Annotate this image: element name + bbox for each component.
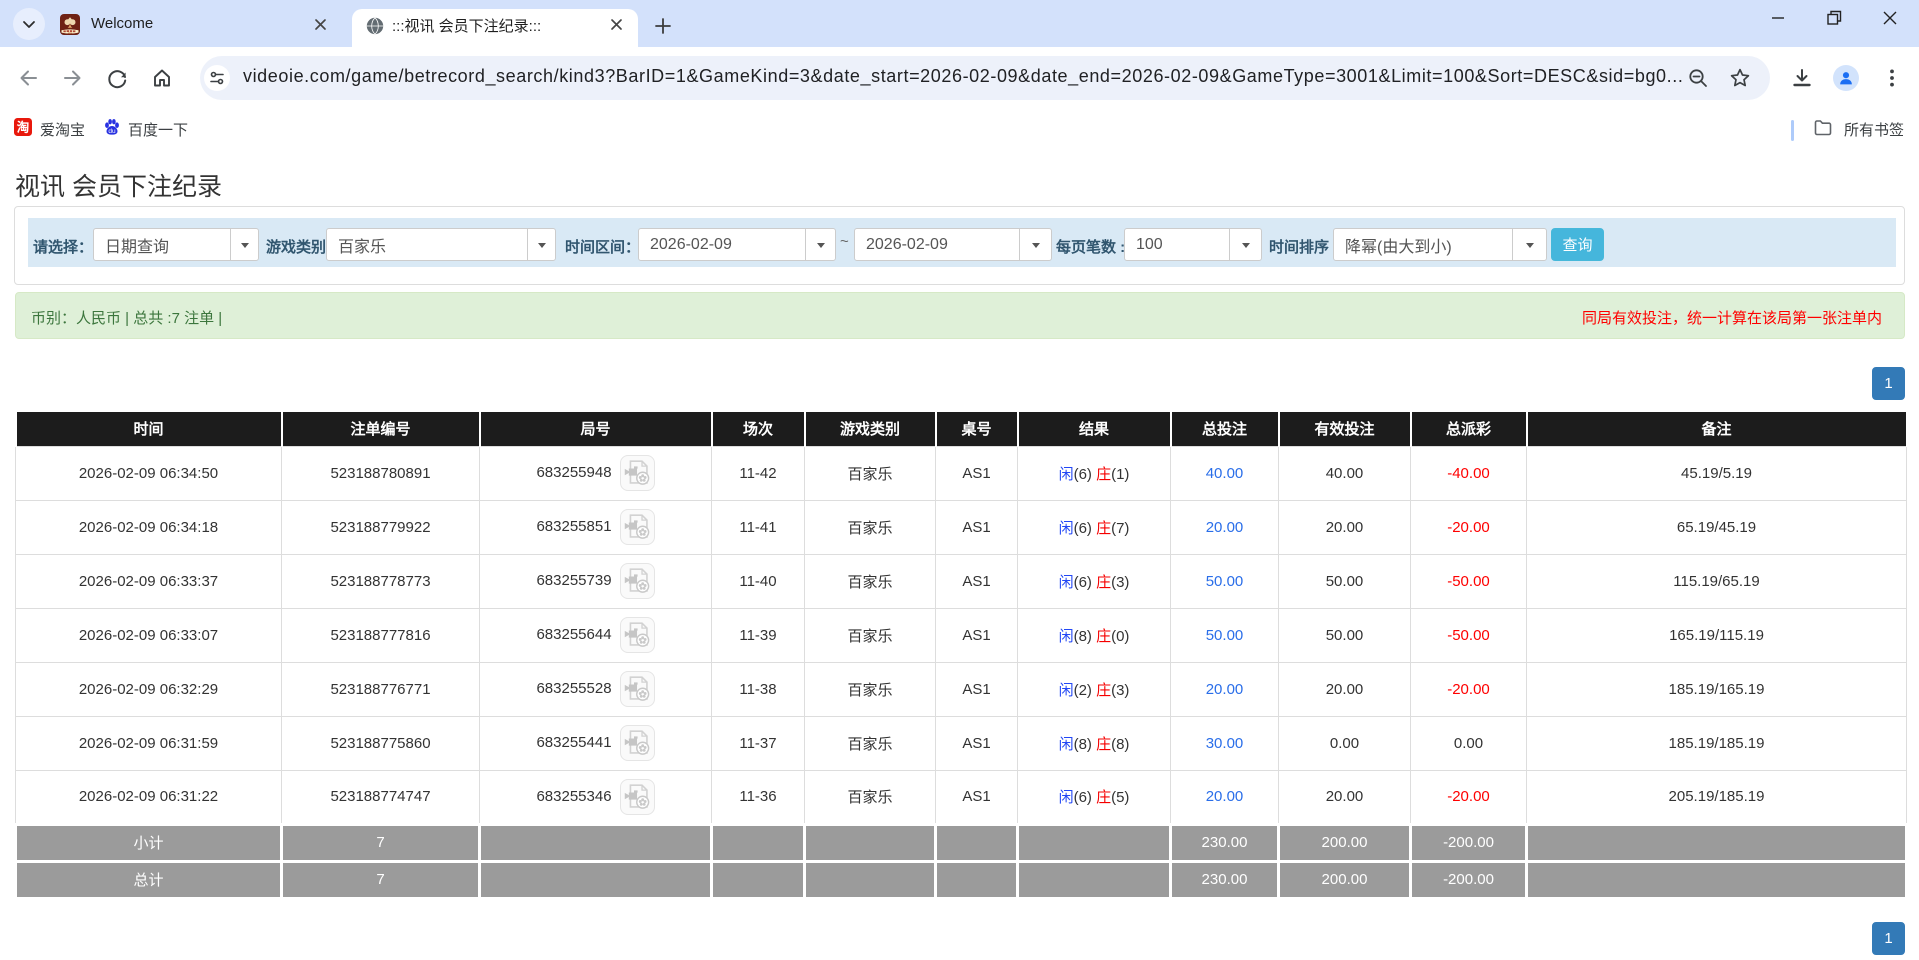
svg-text:淘: 淘 bbox=[17, 120, 30, 135]
svg-text:du: du bbox=[108, 128, 116, 135]
